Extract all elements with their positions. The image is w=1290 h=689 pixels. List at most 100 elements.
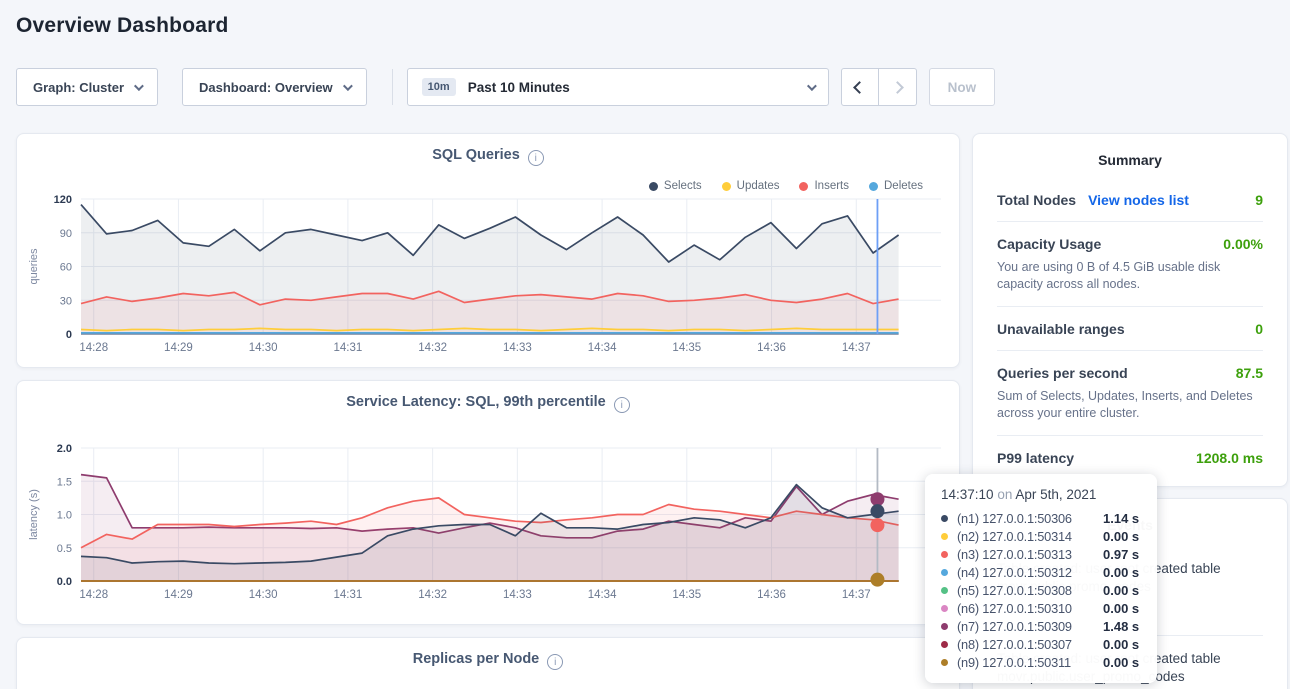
node-color-dot [941,605,948,612]
svg-text:14:30: 14:30 [249,589,278,601]
summary-row-value: 87.5 [1236,365,1263,381]
tooltip-node-row: (n5) 127.0.0.1:503080.00 s [941,581,1143,599]
graph-dropdown-label: Graph: Cluster [33,80,124,95]
svg-text:14:31: 14:31 [334,342,363,354]
summary-row-label: P99 latency [997,450,1074,466]
node-color-dot [941,641,948,648]
summary-row-value: 0 [1255,321,1263,337]
svg-text:0.0: 0.0 [57,576,72,588]
node-latency-value: 0.00 s [1103,529,1139,544]
tooltip-node-row: (n7) 127.0.0.1:503091.48 s [941,617,1143,635]
summary-row: Queries per second87.5Sum of Selects, Up… [997,350,1263,435]
node-color-dot [941,515,948,522]
summary-row-label: Queries per second [997,365,1128,381]
node-latency-value: 0.00 s [1103,601,1139,616]
svg-text:14:37: 14:37 [842,589,871,601]
sql-queries-chart[interactable]: 14:2814:2914:3014:3114:3214:3314:3414:35… [17,134,961,369]
tooltip-rows: (n1) 127.0.0.1:503061.14 s(n2) 127.0.0.1… [941,509,1143,671]
controls-divider [392,69,393,105]
summary-row-line: Queries per second 87.5 [997,365,1263,381]
summary-row: Unavailable ranges 0 [997,306,1263,350]
node-latency-value: 0.00 s [1103,565,1139,580]
chart-title-text: Service Latency: SQL, 99th percentile [346,394,606,410]
time-range-picker[interactable]: 10m Past 10 Minutes [407,68,829,106]
summary-panel: Summary Total NodesView nodes list9Capac… [972,133,1288,487]
tooltip-node-row: (n4) 127.0.0.1:503120.00 s [941,563,1143,581]
summary-row-value: 9 [1255,192,1263,208]
svg-text:14:34: 14:34 [588,342,617,354]
summary-row-subtext: You are using 0 B of 4.5 GiB usable disk… [997,259,1263,293]
svg-text:14:28: 14:28 [79,589,108,601]
legend-dot-icon [799,182,808,191]
svg-text:60: 60 [60,262,72,274]
time-range-label: Past 10 Minutes [468,80,570,95]
legend-item-updates[interactable]: Updates [722,180,780,192]
info-icon[interactable]: i [614,397,630,413]
chevron-down-icon [134,81,144,91]
replicas-chart-title: Replicas per Node i [17,651,959,670]
svg-text:14:31: 14:31 [334,589,363,601]
info-icon[interactable]: i [528,150,544,166]
svg-text:0.5: 0.5 [57,543,72,555]
summary-row-label: Total Nodes [997,192,1076,208]
svg-text:14:36: 14:36 [757,342,786,354]
tooltip-time: 14:37:10 [941,487,994,502]
legend-item-deletes[interactable]: Deletes [869,180,923,192]
svg-text:queries: queries [28,248,40,285]
dashboard-dropdown-label: Dashboard: Overview [199,80,333,95]
service-latency-chart[interactable]: 14:2814:2914:3014:3114:3214:3314:3414:35… [17,381,961,626]
summary-row: Total Nodes View nodes list 9 [997,178,1263,221]
chevron-left-icon [853,81,866,94]
summary-title: Summary [973,134,1287,168]
info-icon[interactable]: i [547,654,563,670]
node-color-dot [941,551,948,558]
svg-text:14:33: 14:33 [503,589,532,601]
svg-text:14:28: 14:28 [79,342,108,354]
legend-item-inserts[interactable]: Inserts [799,180,849,192]
node-address: (n7) 127.0.0.1:50309 [957,619,1103,634]
tooltip-node-row: (n2) 127.0.0.1:503140.00 s [941,527,1143,545]
time-prev-button[interactable] [841,68,879,106]
summary-row: P99 latency 1208.0 ms [997,435,1263,479]
legend-label: Updates [737,180,780,192]
tooltip-timestamp: 14:37:10 on Apr 5th, 2021 [941,487,1143,502]
sql-queries-chart-card: SQL Queries i Selects Updates Inserts Delete… [16,133,960,368]
node-address: (n1) 127.0.0.1:50306 [957,511,1103,526]
svg-text:14:37: 14:37 [842,342,871,354]
node-latency-value: 0.00 s [1103,583,1139,598]
node-color-dot [941,569,948,576]
chart-title-text: Replicas per Node [413,651,540,667]
svg-text:14:35: 14:35 [672,342,701,354]
summary-row-line: Unavailable ranges 0 [997,321,1263,337]
service-latency-chart-card: Service Latency: SQL, 99th percentile i 1… [16,380,960,625]
legend-item-selects[interactable]: Selects [649,180,702,192]
svg-text:14:36: 14:36 [757,589,786,601]
summary-body: Total NodesView nodes list9Capacity Usag… [973,168,1287,479]
node-address: (n8) 127.0.0.1:50307 [957,637,1103,652]
summary-row-label: Unavailable ranges [997,321,1125,337]
chart-title-text: SQL Queries [432,147,520,163]
tooltip-date: Apr 5th, 2021 [1015,487,1096,502]
node-latency-value: 1.48 s [1103,619,1139,634]
chevron-right-icon [891,81,904,94]
summary-row-value: 1208.0 ms [1196,450,1263,466]
svg-text:30: 30 [60,295,72,307]
summary-row-value: 0.00% [1223,236,1263,252]
time-next-button[interactable] [879,68,917,106]
graph-dropdown[interactable]: Graph: Cluster [16,68,158,106]
node-color-dot [941,533,948,540]
tooltip-node-row: (n3) 127.0.0.1:503130.97 s [941,545,1143,563]
svg-text:14:34: 14:34 [588,589,617,601]
dashboard-dropdown[interactable]: Dashboard: Overview [182,68,367,106]
svg-text:90: 90 [60,228,72,240]
legend-label: Selects [664,180,702,192]
now-button[interactable]: Now [929,68,996,106]
svg-text:14:29: 14:29 [164,342,193,354]
node-address: (n6) 127.0.0.1:50310 [957,601,1103,616]
node-color-dot [941,587,948,594]
view-nodes-list-link[interactable]: View nodes list [1088,192,1189,208]
summary-row-line: P99 latency 1208.0 ms [997,450,1263,466]
svg-text:14:32: 14:32 [418,589,447,601]
node-address: (n3) 127.0.0.1:50313 [957,547,1103,562]
tooltip-node-row: (n1) 127.0.0.1:503061.14 s [941,509,1143,527]
